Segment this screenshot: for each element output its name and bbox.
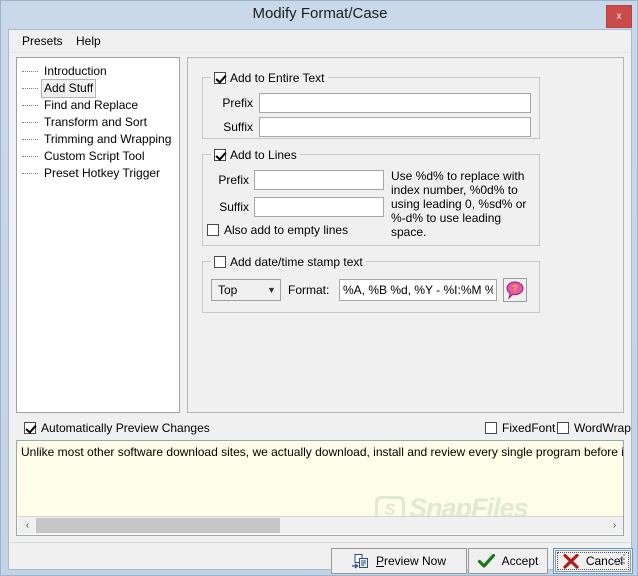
add-to-entire-text-checkbox[interactable]: Add to Entire Text: [211, 70, 328, 86]
tree-item-label: Introduction: [44, 64, 107, 78]
also-add-to-empty-lines-label: Also add to empty lines: [224, 223, 349, 237]
tree-branch-icon: [22, 139, 38, 140]
resize-grip-icon[interactable]: [615, 554, 627, 566]
preview-text: Unlike most other software download site…: [21, 445, 624, 459]
dialog-button-bar: Preview Now Accept Cancel: [10, 542, 633, 574]
accept-button[interactable]: Accept: [468, 548, 548, 574]
add-datetime-stamp-checkbox[interactable]: Add date/time stamp text: [211, 254, 366, 270]
tree-item-find-and-replace[interactable]: Find and Replace: [17, 97, 179, 114]
checkbox-icon: [557, 422, 569, 434]
preview-document-icon: [351, 553, 368, 569]
group-title: Add to Entire Text: [230, 71, 325, 85]
checkbox-icon: [214, 256, 226, 268]
scroll-right-icon[interactable]: ›: [606, 517, 623, 534]
question-bubble-icon: ?: [506, 281, 524, 299]
lines-prefix-label: Prefix: [218, 173, 249, 187]
preview-options-bar: Automatically Preview Changes FixedFont …: [16, 419, 631, 439]
tree-branch-icon: [22, 156, 38, 157]
word-wrap-checkbox[interactable]: WordWrap: [557, 421, 631, 435]
tree-item-transform-and-sort[interactable]: Transform and Sort: [17, 114, 179, 131]
check-icon: [477, 553, 495, 568]
tree-branch-icon: [22, 105, 38, 106]
tree-item-add-stuff[interactable]: Add Stuff: [17, 79, 179, 98]
tree-item-custom-script-tool[interactable]: Custom Script Tool: [17, 148, 179, 165]
accept-label: Accept: [501, 554, 539, 568]
tree-item-label: Find and Replace: [44, 98, 139, 112]
datetime-position-select[interactable]: Top ▼: [211, 279, 281, 301]
lines-prefix-input[interactable]: [254, 170, 384, 190]
fixed-font-label: FixedFont: [502, 421, 556, 435]
navigation-tree[interactable]: Introduction Add Stuff Find and Replace …: [16, 57, 180, 413]
word-wrap-label: WordWrap: [574, 421, 631, 435]
auto-preview-checkbox[interactable]: Automatically Preview Changes: [24, 421, 210, 435]
entire-prefix-label: Prefix: [222, 96, 253, 110]
close-icon[interactable]: x: [606, 5, 632, 28]
scroll-left-icon[interactable]: ‹: [19, 517, 36, 534]
preview-pane[interactable]: Unlike most other software download site…: [16, 440, 624, 536]
add-datetime-stamp-group: Add date/time stamp text Top ▼ Format: ?: [202, 254, 540, 313]
title-bar: Modify Format/Case x: [1, 1, 638, 29]
client-area: Presets Help Introduction Add Stuff Find…: [8, 29, 633, 574]
close-cross-icon: [563, 553, 579, 569]
checkbox-icon: [214, 149, 226, 161]
lines-format-hint: Use %d% to replace with index number, %0…: [391, 169, 527, 239]
checkbox-icon: [207, 224, 219, 236]
dialog-window: Modify Format/Case x Presets Help Introd…: [0, 0, 638, 576]
group-title: Add date/time stamp text: [230, 255, 363, 269]
help-button[interactable]: ?: [503, 278, 527, 302]
auto-preview-label: Automatically Preview Changes: [41, 421, 210, 435]
entire-suffix-label: Suffix: [223, 120, 253, 134]
tree-branch-icon: [22, 173, 38, 174]
options-panel: Add to Entire Text Prefix Suffix Add to …: [187, 57, 624, 413]
datetime-position-value: Top: [218, 283, 238, 297]
fixed-font-checkbox[interactable]: FixedFont: [485, 421, 555, 435]
tree-item-label: Transform and Sort: [44, 115, 147, 129]
datetime-format-label: Format:: [288, 283, 330, 297]
menu-bar: Presets Help: [9, 30, 631, 53]
tree-item-introduction[interactable]: Introduction: [17, 63, 179, 80]
menu-item-presets[interactable]: Presets: [17, 33, 68, 49]
lines-suffix-input[interactable]: [254, 197, 384, 217]
add-to-lines-group: Add to Lines Prefix Suffix Use %d% to re…: [202, 147, 540, 246]
tree-item-label: Add Stuff: [41, 79, 97, 98]
preview-now-label: Preview Now: [375, 554, 447, 568]
tree-branch-icon: [22, 88, 38, 89]
window-title: Modify Format/Case: [252, 5, 388, 22]
entire-prefix-input[interactable]: [259, 93, 531, 113]
tree-item-label: Custom Script Tool: [44, 149, 145, 163]
tree-branch-icon: [22, 71, 38, 72]
tree-branch-icon: [22, 122, 38, 123]
checkbox-icon: [214, 72, 226, 84]
preview-horizontal-scrollbar[interactable]: ‹ ›: [18, 516, 623, 534]
entire-suffix-input[interactable]: [259, 117, 531, 137]
tree-item-trimming-and-wrapping[interactable]: Trimming and Wrapping: [17, 131, 179, 148]
tree-item-label: Preset Hotkey Trigger: [44, 166, 161, 180]
lines-suffix-label: Suffix: [219, 200, 249, 214]
menu-item-help[interactable]: Help: [71, 33, 106, 49]
checkbox-icon: [24, 422, 36, 434]
svg-text:?: ?: [512, 284, 518, 294]
group-title: Add to Lines: [230, 148, 297, 162]
preview-now-button[interactable]: Preview Now: [331, 548, 467, 574]
add-to-lines-checkbox[interactable]: Add to Lines: [211, 147, 300, 163]
tree-item-preset-hotkey-trigger[interactable]: Preset Hotkey Trigger: [17, 165, 179, 182]
scrollbar-thumb[interactable]: [36, 518, 280, 533]
add-to-entire-text-group: Add to Entire Text Prefix Suffix: [202, 70, 540, 139]
chevron-down-icon: ▼: [267, 285, 276, 295]
checkbox-icon: [485, 422, 497, 434]
also-add-to-empty-lines-checkbox[interactable]: Also add to empty lines: [207, 223, 348, 237]
datetime-format-input[interactable]: [339, 279, 497, 301]
tree-item-label: Trimming and Wrapping: [44, 132, 172, 146]
